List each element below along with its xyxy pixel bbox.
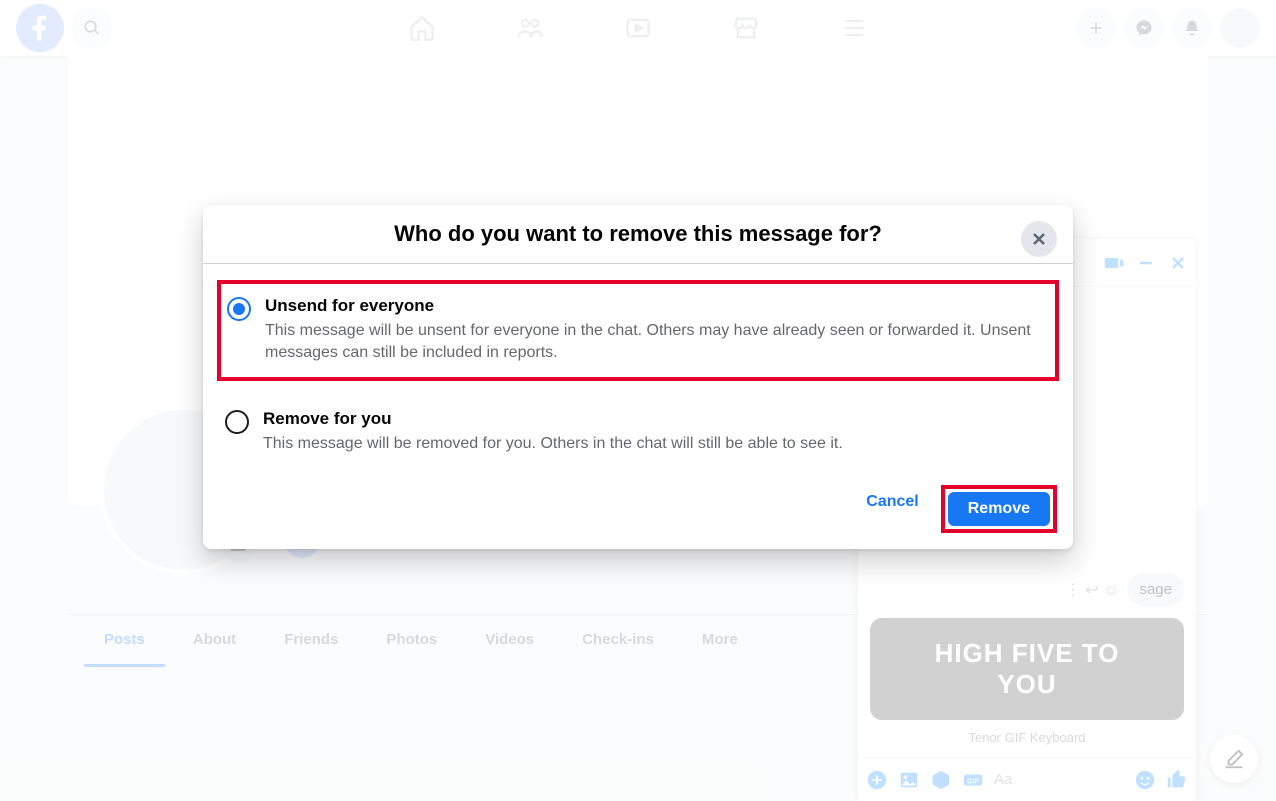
option2-label: Remove for you (263, 409, 843, 429)
remove-button[interactable]: Remove (948, 492, 1050, 526)
radio-remove-for-you[interactable] (225, 410, 249, 434)
remove-message-modal: Who do you want to remove this message f… (203, 205, 1073, 549)
modal-title: Who do you want to remove this message f… (263, 221, 1013, 247)
option1-label: Unsend for everyone (265, 296, 1049, 316)
option2-desc: This message will be removed for you. Ot… (263, 433, 843, 455)
option-remove-for-you[interactable]: Remove for you This message will be remo… (219, 397, 1057, 467)
radio-unsend-everyone[interactable] (227, 297, 251, 321)
option-unsend-everyone[interactable]: Unsend for everyone This message will be… (221, 284, 1055, 377)
cancel-button[interactable]: Cancel (852, 485, 932, 533)
option1-desc: This message will be unsent for everyone… (265, 320, 1049, 365)
close-button[interactable] (1021, 221, 1057, 257)
